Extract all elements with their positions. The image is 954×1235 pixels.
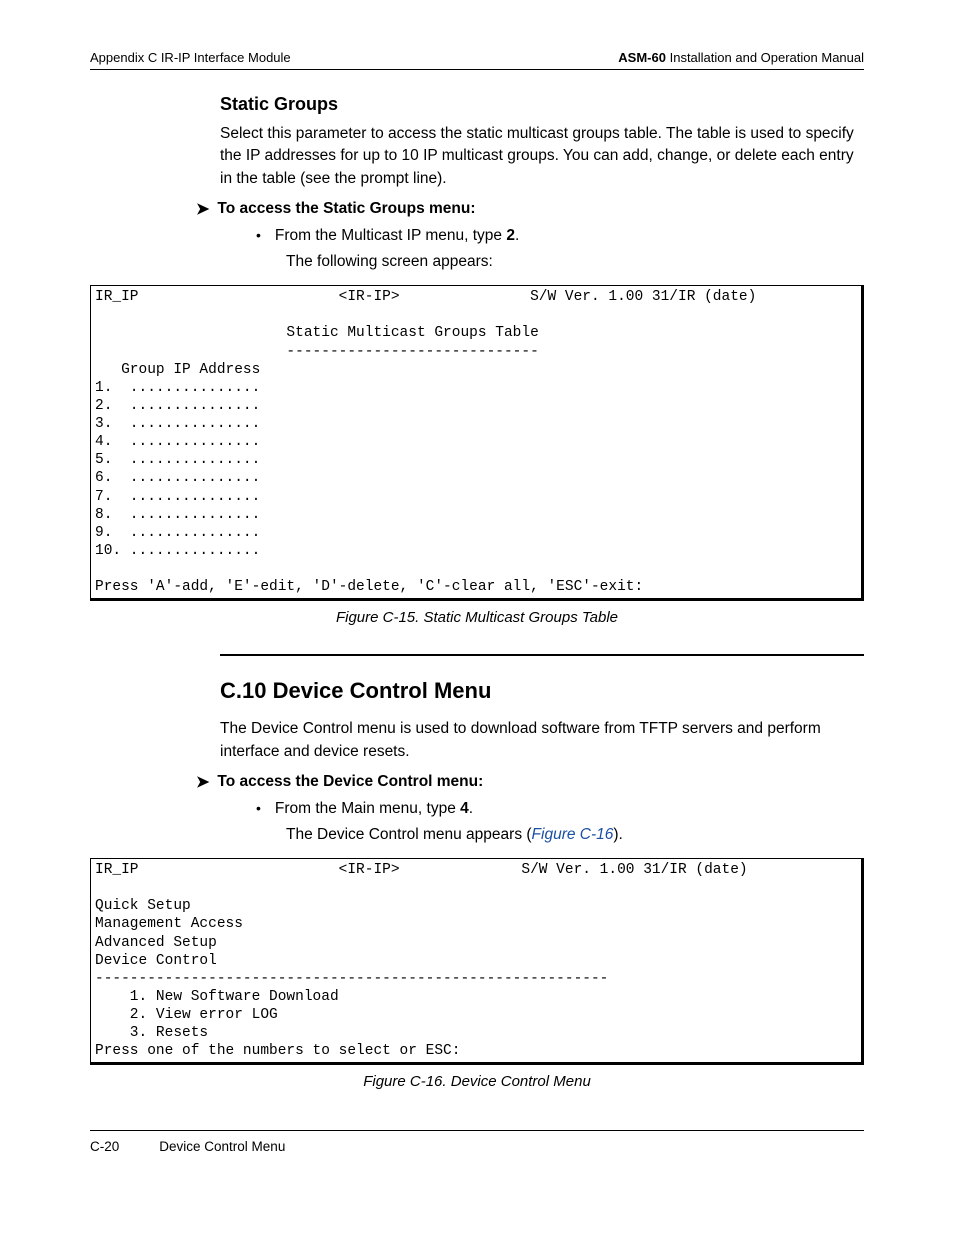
section-divider [220,654,864,656]
step-pre: From the Main menu, type [275,800,460,817]
device-control-step: • From the Main menu, type 4. [256,800,864,818]
footer-section-title: Device Control Menu [159,1139,285,1154]
header-left: Appendix C IR-IP Interface Module [90,50,291,65]
step-post: . [469,800,473,817]
step-pre: From the Multicast IP menu, type [275,227,506,244]
static-groups-step: • From the Multicast IP menu, type 2. [256,227,864,245]
running-header: Appendix C IR-IP Interface Module ASM-60… [90,50,864,70]
static-groups-result: The following screen appears: [286,253,864,271]
device-control-heading: C.10 Device Control Menu [220,678,864,704]
step-post: . [515,227,519,244]
footer-page-number: C-20 [90,1139,119,1154]
static-groups-procedure: ➤ To access the Static Groups menu: [196,200,864,221]
result-post: ). [613,826,622,843]
terminal-screen-static-groups: IR_IP <IR-IP> S/W Ver. 1.00 31/IR (date)… [90,285,864,601]
bullet-icon: • [256,800,261,818]
terminal-screen-device-control: IR_IP <IR-IP> S/W Ver. 1.00 31/IR (date)… [90,858,864,1065]
header-right: ASM-60 Installation and Operation Manual [618,50,864,65]
step-text: From the Main menu, type 4. [275,800,473,818]
static-groups-heading: Static Groups [220,94,864,115]
step-key: 2 [506,227,515,244]
header-right-bold: ASM-60 [618,50,666,65]
header-right-rest: Installation and Operation Manual [666,50,864,65]
figure-c15-caption: Figure C-15. Static Multicast Groups Tab… [90,609,864,626]
result-pre: The Device Control menu appears ( [286,826,532,843]
arrow-icon: ➤ [196,773,209,794]
arrow-icon: ➤ [196,200,209,221]
device-control-paragraph: The Device Control menu is used to downl… [220,718,864,763]
device-control-section: C.10 Device Control Menu The Device Cont… [220,654,864,844]
step-text: From the Multicast IP menu, type 2. [275,227,519,245]
static-groups-section: Static Groups Select this parameter to a… [220,94,864,271]
figure-c16-link[interactable]: Figure C-16 [532,826,614,843]
procedure-text: To access the Static Groups menu: [217,200,475,218]
device-control-result: The Device Control menu appears (Figure … [286,826,864,844]
figure-c16-caption: Figure C-16. Device Control Menu [90,1073,864,1090]
page-footer: C-20 Device Control Menu [90,1130,864,1154]
bullet-icon: • [256,227,261,245]
device-control-procedure: ➤ To access the Device Control menu: [196,773,864,794]
step-key: 4 [460,800,469,817]
static-groups-paragraph: Select this parameter to access the stat… [220,123,864,190]
procedure-text: To access the Device Control menu: [217,773,483,791]
page: Appendix C IR-IP Interface Module ASM-60… [0,0,954,1194]
